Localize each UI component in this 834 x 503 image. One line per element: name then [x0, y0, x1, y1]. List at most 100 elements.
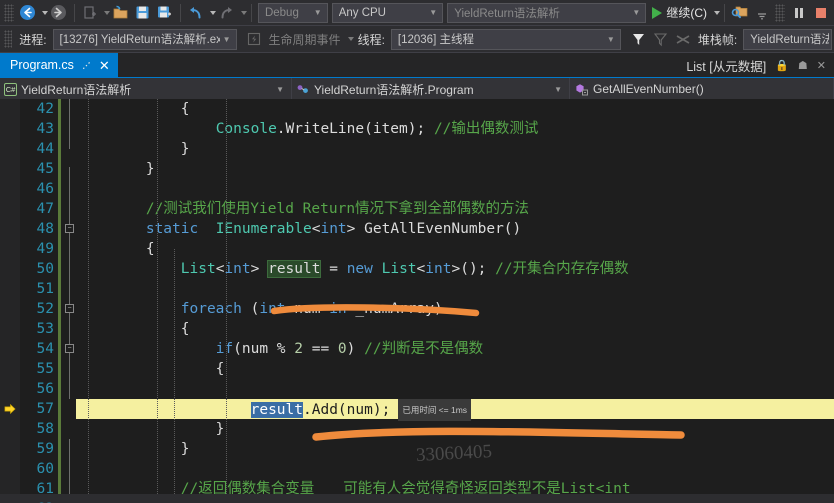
- visual-studio-window: Debug ▼ Any CPU ▼ YieldReturn语法解析 ▼ 继续(C…: [0, 0, 834, 503]
- navigate-forward-button[interactable]: [48, 2, 70, 24]
- navbar-project-combo[interactable]: C# YieldReturn语法解析 ▼: [0, 78, 292, 100]
- toolbar-grip-2[interactable]: [775, 3, 786, 22]
- chevron-down-icon: ▼: [429, 8, 438, 17]
- float-window-icon[interactable]: ☗: [798, 59, 808, 72]
- code-editor[interactable]: 42 43 44 45 46 47 48 49 50 51 52 53 54 55 56 57 58 59 60 61…: [0, 99, 834, 503]
- fold-toggle-52[interactable]: −: [65, 304, 74, 313]
- break-all-button[interactable]: [788, 2, 810, 24]
- unflag-threads-button[interactable]: [650, 28, 672, 50]
- process-combo[interactable]: [13276] YieldReturn语法解析.exe ▼: [52, 28, 237, 50]
- lifecycle-events-button[interactable]: [243, 28, 265, 50]
- code-line[interactable]: foreach (int num in _numArray): [76, 299, 834, 319]
- code-line[interactable]: {: [76, 319, 834, 339]
- code-line[interactable]: }: [76, 419, 834, 439]
- code-token: >: [250, 261, 269, 277]
- code-line[interactable]: [76, 379, 834, 399]
- code-token: result: [250, 402, 303, 418]
- continue-button[interactable]: 继续(C): [648, 4, 711, 21]
- debug-toolbar-grip[interactable]: [4, 30, 13, 48]
- redo-dropdown[interactable]: [240, 10, 247, 15]
- code-text-area[interactable]: { Console.WriteLine(item); //输出偶数测试 } } …: [76, 99, 834, 494]
- new-item-button[interactable]: [79, 2, 101, 24]
- platform-value: Any CPU: [338, 6, 386, 19]
- tabstrip-right-group: List [从元数据] 🔒 ☗ ✕: [686, 53, 834, 77]
- document-tab-strip: Program.cs ⋮ ✕ List [从元数据] 🔒 ☗ ✕: [0, 53, 834, 77]
- toolbar-grip[interactable]: [4, 3, 14, 22]
- line-number: 50: [36, 261, 54, 277]
- undo-button[interactable]: [185, 2, 207, 24]
- navigate-backward-button[interactable]: [17, 2, 39, 24]
- line-number: 47: [36, 201, 54, 217]
- code-token: ==: [303, 341, 338, 357]
- platform-combo[interactable]: Any CPU ▼: [331, 2, 444, 23]
- lock-icon: 🔒: [775, 59, 789, 72]
- pin-icon[interactable]: ⋮: [78, 57, 95, 73]
- navigate-backward-icon: [20, 5, 36, 20]
- fold-toggle-54[interactable]: −: [65, 344, 74, 353]
- toolbar-separator-3: [250, 3, 252, 22]
- code-line[interactable]: if(num % 2 == 0) //判断是不是偶数: [76, 339, 834, 359]
- line-number-gutter: 42 43 44 45 46 47 48 49 50 51 52 53 54 55 56 57 58 59 60 61…: [20, 99, 58, 503]
- code-line-current[interactable]: result.Add(num); 已用时间 <= 1ms: [76, 399, 834, 421]
- close-icon[interactable]: ✕: [817, 59, 826, 72]
- fold-toggle-48[interactable]: −: [65, 224, 74, 233]
- code-token: if: [215, 341, 234, 357]
- code-line[interactable]: }: [76, 159, 834, 179]
- breakpoint-margin[interactable]: [0, 99, 20, 494]
- watermark-number: 33060405: [415, 441, 493, 466]
- close-icon[interactable]: ✕: [99, 59, 110, 72]
- outlining-margin[interactable]: − − −: [62, 99, 76, 494]
- code-line[interactable]: }: [76, 139, 834, 159]
- redo-button[interactable]: [216, 2, 238, 24]
- line-number: 61: [36, 481, 54, 497]
- stop-debugging-button[interactable]: [810, 2, 832, 24]
- tab-program-cs[interactable]: Program.cs ⋮ ✕: [0, 53, 118, 77]
- code-line[interactable]: {: [76, 99, 834, 119]
- stackframe-value: YieldReturn语法解析: [750, 34, 829, 46]
- startup-project-combo[interactable]: YieldReturn语法解析 ▼: [447, 2, 647, 23]
- save-button[interactable]: [132, 2, 154, 24]
- code-line[interactable]: List<int> result = new List<int>(); //开集…: [76, 259, 834, 279]
- code-token: num: [285, 301, 330, 317]
- elapsed-time-badge: 已用时间 <= 1ms: [398, 399, 472, 421]
- chevron-down-icon: ▼: [276, 84, 284, 94]
- code-line[interactable]: Console.WriteLine(item); //输出偶数测试: [76, 119, 834, 139]
- code-line[interactable]: //测试我们使用Yield Return情况下拿到全部偶数的方法: [76, 199, 834, 219]
- stackframe-combo[interactable]: YieldReturn语法解析: [743, 28, 832, 50]
- code-line[interactable]: [76, 179, 834, 199]
- code-line[interactable]: [76, 279, 834, 299]
- line-number: 42: [36, 101, 54, 117]
- code-line[interactable]: {: [76, 239, 834, 259]
- configuration-combo[interactable]: Debug ▼: [257, 2, 328, 23]
- code-token: 2: [294, 341, 303, 357]
- startup-project-value: YieldReturn语法解析: [454, 7, 560, 20]
- continue-dropdown[interactable]: [714, 10, 721, 15]
- navbar-type-label: YieldReturn语法解析.Program: [314, 82, 474, 97]
- code-token: int: [320, 221, 347, 237]
- thread-combo[interactable]: [12036] 主线程 ▼: [390, 28, 621, 50]
- code-line[interactable]: {: [76, 359, 834, 379]
- line-number: 51: [36, 281, 54, 297]
- hot-reload-settings-button[interactable]: [751, 2, 773, 24]
- hot-reload-button[interactable]: [729, 2, 751, 24]
- show-only-flagged-button[interactable]: [672, 28, 694, 50]
- code-line[interactable]: static IEnumerable<int> GetAllEvenNumber…: [76, 219, 834, 239]
- navbar-member-combo[interactable]: GetAllEvenNumber(): [570, 78, 834, 100]
- code-token: List: [381, 261, 417, 277]
- flag-threads-button[interactable]: [628, 28, 650, 50]
- code-token: result: [267, 260, 322, 278]
- code-token: int: [425, 261, 452, 277]
- code-token: static: [145, 221, 199, 237]
- code-token: >();: [451, 261, 496, 277]
- code-token: <: [416, 261, 426, 277]
- current-statement-arrow-icon: [4, 403, 16, 415]
- line-number: 52: [36, 301, 54, 317]
- line-number: 58: [36, 421, 54, 437]
- open-file-button[interactable]: [110, 2, 132, 24]
- line-number: 59: [36, 441, 54, 457]
- navbar-type-combo[interactable]: YieldReturn语法解析.Program ▼: [292, 78, 570, 100]
- code-token: //返回偶数集合变量 可能有人会觉得奇怪返回类型不是List<int: [180, 481, 631, 494]
- code-line[interactable]: //返回偶数集合变量 可能有人会觉得奇怪返回类型不是List<int: [76, 479, 834, 494]
- save-all-button[interactable]: [154, 2, 176, 24]
